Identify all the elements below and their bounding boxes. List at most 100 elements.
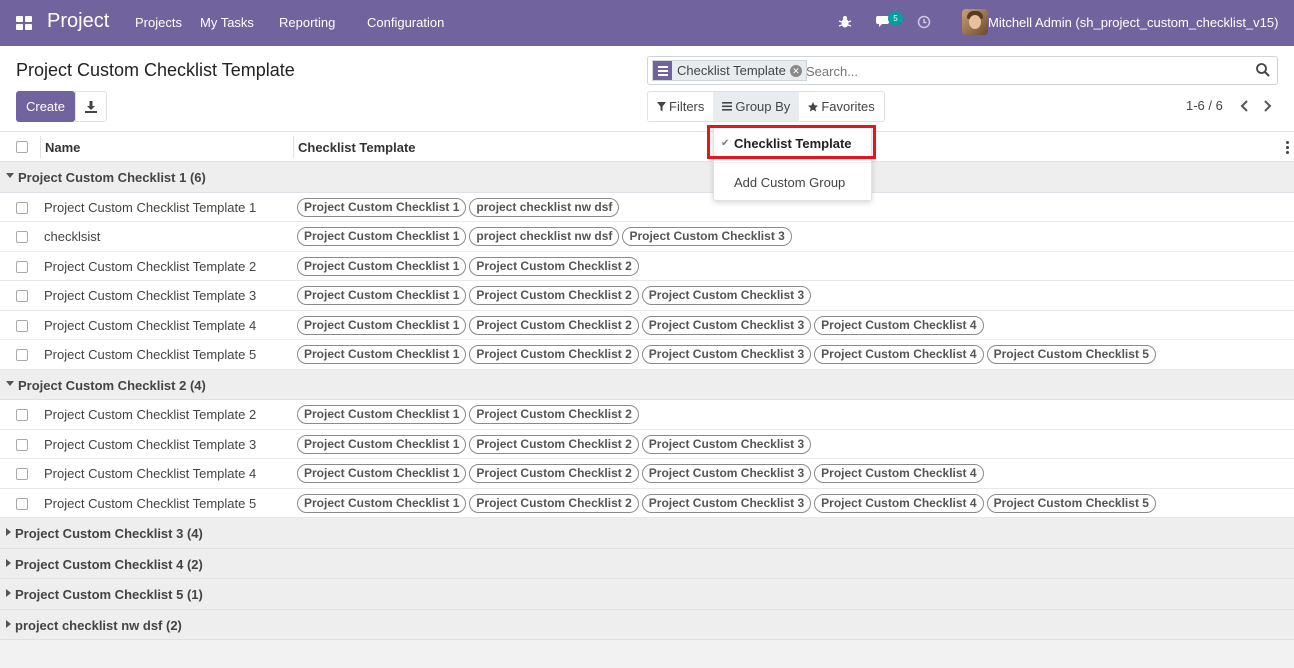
checklist-tag: Project Custom Checklist 2 xyxy=(469,493,639,513)
row-checkbox[interactable] xyxy=(16,497,28,510)
checklist-tag: Project Custom Checklist 3 xyxy=(641,286,812,305)
pager-previous-icon[interactable] xyxy=(1238,99,1252,113)
checklist-tag: Project Custom Checklist 3 xyxy=(622,227,792,246)
search-options: Filters Group By Favorites xyxy=(647,91,885,122)
checklist-tag: Project Custom Checklist 3 xyxy=(641,345,812,364)
group-row-project-checklist-nw-dsf-2[interactable]: project checklist nw dsf (2) xyxy=(0,609,1294,640)
table-row[interactable]: Project Custom Checklist Template 3 Proje… xyxy=(0,281,1294,311)
checklist-tag: Project Custom Checklist 2 xyxy=(469,464,639,483)
checklist-tag: project checklist nw dsf xyxy=(469,227,620,246)
pager-next-icon[interactable] xyxy=(1260,99,1274,113)
table-row[interactable]: Project Custom Checklist Template 5 Proje… xyxy=(0,488,1294,518)
menu-my-tasks[interactable]: My Tasks xyxy=(200,15,254,30)
checklist-tag: Project Custom Checklist 2 xyxy=(469,315,639,335)
row-checkbox[interactable] xyxy=(16,231,28,243)
group-label: Project Custom Checklist 2 (4) xyxy=(18,377,206,393)
search-box[interactable]: Checklist Template ✕ xyxy=(647,56,1278,85)
groupby-button[interactable]: Group By xyxy=(713,92,800,121)
checklist-tag: Project Custom Checklist 4 xyxy=(814,493,984,513)
checklist-tags: Project Custom Checklist 1 Project Custom… xyxy=(297,464,984,483)
row-checkbox[interactable] xyxy=(16,290,28,302)
group-row-project-custom-checklist-4-2[interactable]: Project Custom Checklist 4 (2) xyxy=(0,548,1294,579)
filter-icon xyxy=(657,101,666,111)
checklist-tag: Project Custom Checklist 4 xyxy=(814,464,984,483)
group-label: Project Custom Checklist 5 (1) xyxy=(15,587,203,602)
create-button[interactable]: Create xyxy=(16,91,75,122)
groupby-option-checklist-template[interactable]: Checklist Template xyxy=(734,136,852,151)
checklist-tag: Project Custom Checklist 1 xyxy=(297,434,467,454)
dropdown-divider xyxy=(714,162,871,163)
checklist-tag: Project Custom Checklist 3 xyxy=(641,315,812,335)
row-name: Project Custom Checklist Template 3 xyxy=(44,436,257,452)
table-row[interactable]: Project Custom Checklist Template 2 Proje… xyxy=(0,251,1294,281)
row-name: Project Custom Checklist Template 5 xyxy=(44,347,257,362)
checklist-tags: Project Custom Checklist 1 project checkl… xyxy=(297,227,792,246)
row-name: Project Custom Checklist Template 4 xyxy=(44,466,257,481)
filters-button[interactable]: Filters xyxy=(648,92,713,121)
row-checkbox[interactable] xyxy=(16,349,28,361)
caret-right-icon xyxy=(6,619,11,628)
checklist-tags: Project Custom Checklist 1 Project Custom… xyxy=(297,286,812,305)
menu-configuration[interactable]: Configuration xyxy=(367,15,444,30)
user-avatar[interactable] xyxy=(962,9,988,35)
table-row[interactable]: Project Custom Checklist Template 4 Proje… xyxy=(0,459,1294,489)
row-checkbox[interactable] xyxy=(16,438,28,451)
checklist-tag: Project Custom Checklist 3 xyxy=(641,493,812,513)
bug-icon[interactable] xyxy=(838,15,852,29)
app-brand[interactable]: Project xyxy=(47,10,109,33)
checklist-tag: Project Custom Checklist 1 xyxy=(297,405,467,424)
favorites-button[interactable]: Favorites xyxy=(799,92,883,121)
column-checklist-template[interactable]: Checklist Template xyxy=(298,140,416,155)
optional-columns-icon[interactable] xyxy=(1286,141,1289,154)
caret-right-icon xyxy=(6,558,11,567)
table-row[interactable]: Project Custom Checklist Template 2 Proje… xyxy=(0,400,1294,430)
add-custom-group[interactable]: Add Custom Group xyxy=(734,175,845,190)
list-view: Name Checklist Template Project Custom C… xyxy=(0,132,1294,640)
checklist-tag: Project Custom Checklist 1 xyxy=(297,464,467,483)
group-row-project-custom-checklist-3-4[interactable]: Project Custom Checklist 3 (4) xyxy=(0,518,1294,549)
group-row-project-custom-checklist-1-6[interactable]: Project Custom Checklist 1 (6) xyxy=(0,162,1294,193)
groupby-label: Group By xyxy=(735,99,791,114)
group-row-project-custom-checklist-5-1[interactable]: Project Custom Checklist 5 (1) xyxy=(0,579,1294,610)
facet-remove-icon[interactable]: ✕ xyxy=(789,64,802,77)
table-row[interactable]: Project Custom Checklist Template 3 Proje… xyxy=(0,429,1294,459)
table-row[interactable]: checklsist Project Custom Checklist 1 proj… xyxy=(0,222,1294,252)
search-input[interactable] xyxy=(806,61,1246,81)
search-icon[interactable] xyxy=(1255,62,1271,78)
row-checkbox[interactable] xyxy=(16,260,28,273)
row-name: checklsist xyxy=(44,229,101,244)
filters-label: Filters xyxy=(669,99,705,114)
select-all-checkbox[interactable] xyxy=(16,141,28,153)
clock-icon[interactable] xyxy=(917,15,931,29)
group-row-project-custom-checklist-2-4[interactable]: Project Custom Checklist 2 (4) xyxy=(0,369,1294,400)
row-checkbox[interactable] xyxy=(16,409,28,421)
export-button[interactable] xyxy=(75,91,107,122)
table-row[interactable]: Project Custom Checklist Template 5 Proje… xyxy=(0,340,1294,370)
row-name: Project Custom Checklist Template 2 xyxy=(44,407,257,422)
checklist-tag: Project Custom Checklist 2 xyxy=(469,286,639,305)
row-checkbox[interactable] xyxy=(16,468,28,480)
checklist-tag: Project Custom Checklist 1 xyxy=(297,197,467,217)
row-name: Project Custom Checklist Template 4 xyxy=(44,317,257,333)
groupby-facet: Checklist Template ✕ xyxy=(652,60,807,81)
top-navbar: Project Projects My Tasks Reporting Conf… xyxy=(0,0,1294,46)
menu-reporting[interactable]: Reporting xyxy=(279,15,335,30)
menu-projects[interactable]: Projects xyxy=(135,15,182,30)
user-menu[interactable]: Mitchell Admin (sh_project_custom_checkl… xyxy=(988,15,1278,30)
checklist-tag: Project Custom Checklist 4 xyxy=(814,345,984,364)
checklist-tag: Project Custom Checklist 5 xyxy=(986,345,1156,364)
column-name[interactable]: Name xyxy=(45,140,80,155)
caret-right-icon xyxy=(6,589,11,597)
table-row[interactable]: Project Custom Checklist Template 4 Proje… xyxy=(0,310,1294,340)
row-checkbox[interactable] xyxy=(16,201,28,214)
caret-down-icon xyxy=(6,173,14,178)
row-name: Project Custom Checklist Template 5 xyxy=(44,495,257,511)
table-row[interactable]: Project Custom Checklist Template 1 Proje… xyxy=(0,192,1294,222)
page-title: Project Custom Checklist Template xyxy=(16,60,295,80)
pager-value[interactable]: 1-6 / 6 xyxy=(1186,98,1223,113)
row-checkbox[interactable] xyxy=(16,319,28,332)
chat-count-badge: 5 xyxy=(888,12,903,25)
apps-menu-icon[interactable] xyxy=(16,16,32,30)
facet-value: Checklist Template xyxy=(677,63,786,78)
favorites-label: Favorites xyxy=(821,99,875,114)
